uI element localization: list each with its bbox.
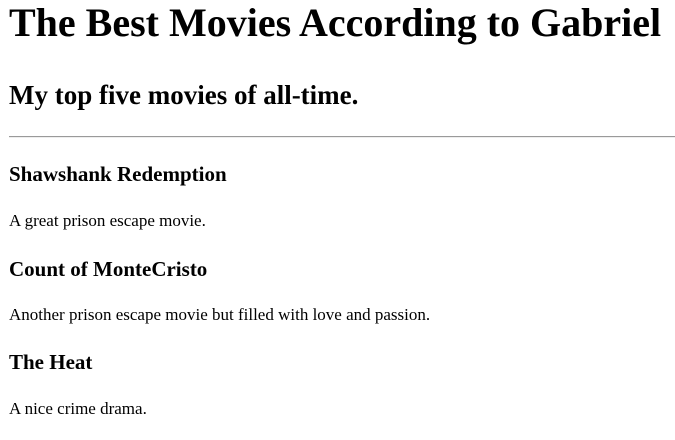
- page-content: The Best Movies According to Gabriel My …: [0, 0, 675, 419]
- movie-title: Shawshank Redemption: [9, 162, 227, 186]
- movie-entry: Shawshank Redemption A great prison esca…: [9, 162, 675, 231]
- movie-description: A nice crime drama.: [9, 399, 147, 418]
- page-title: The Best Movies According to Gabriel: [9, 0, 662, 45]
- movie-description: Another prison escape movie but filled w…: [9, 305, 431, 324]
- divider: [9, 136, 675, 138]
- movie-description: A great prison escape movie.: [9, 211, 206, 230]
- movie-entry: The Heat A nice crime drama.: [9, 350, 675, 419]
- page-subtitle: My top five movies of all-time.: [9, 80, 359, 110]
- movie-title: Count of MonteCristo: [9, 257, 208, 281]
- movie-entry: Count of MonteCristo Another prison esca…: [9, 257, 675, 325]
- movie-title: The Heat: [9, 350, 93, 374]
